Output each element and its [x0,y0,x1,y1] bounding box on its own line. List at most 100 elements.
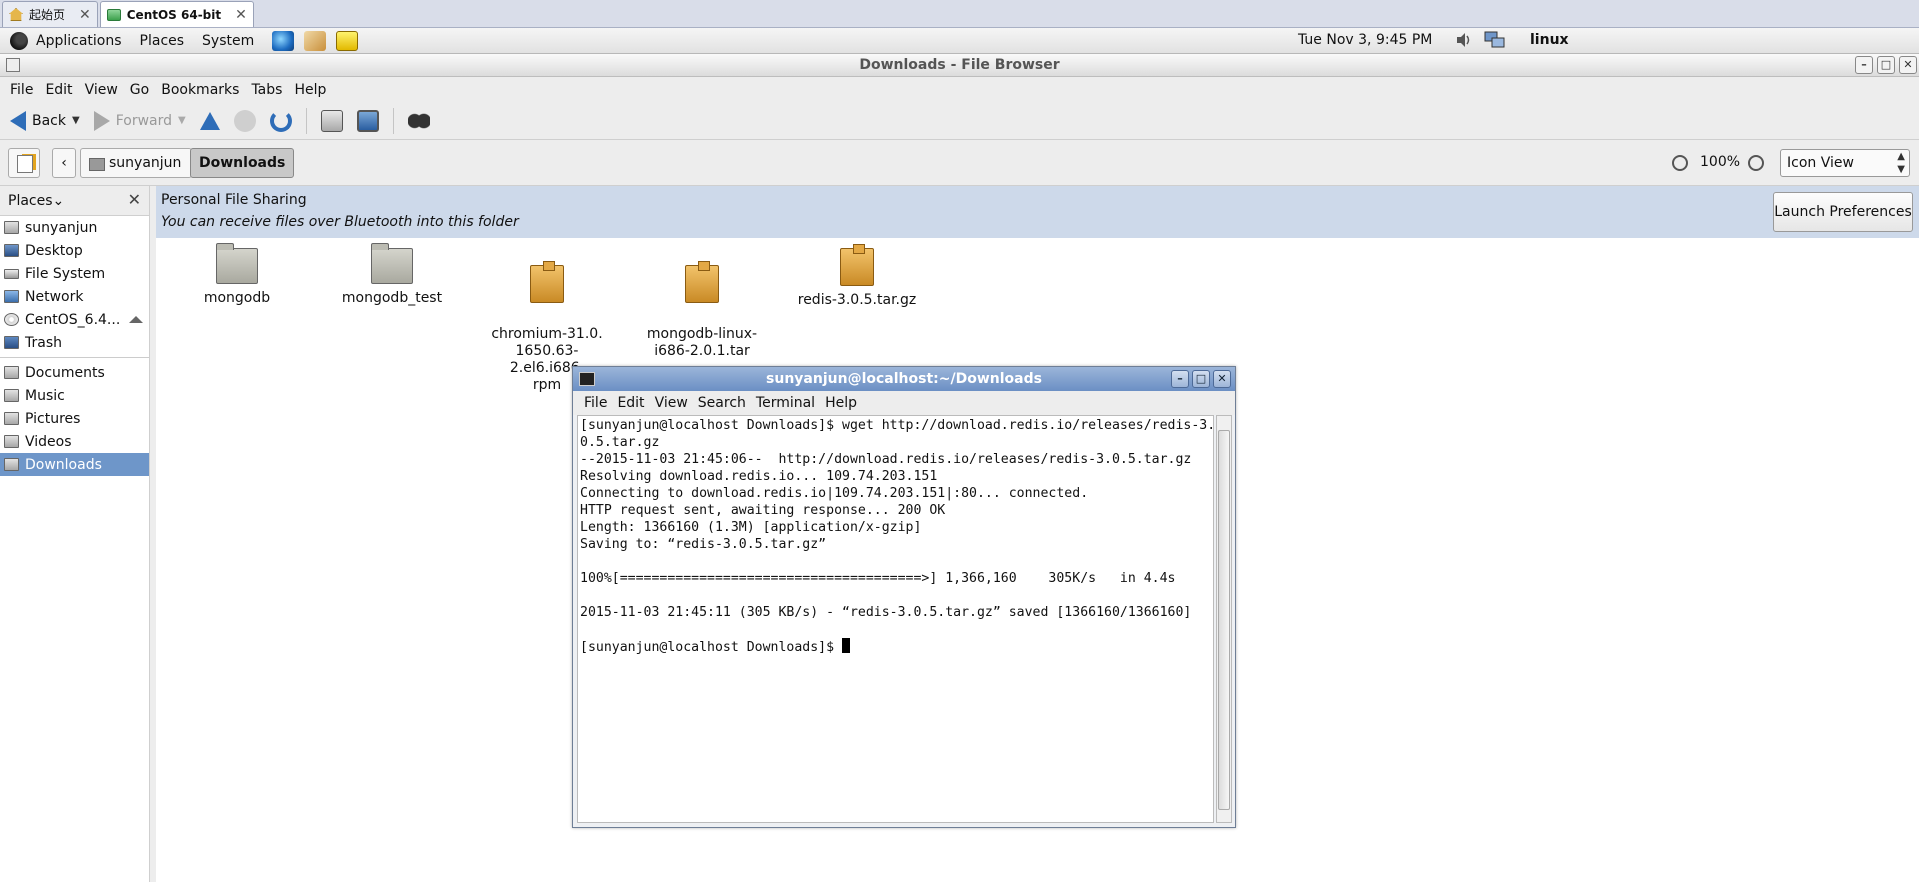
minimize-button[interactable]: – [1855,56,1873,74]
sidebar-item-filesystem[interactable]: File System [0,262,149,285]
menu-tabs[interactable]: Tabs [251,82,282,98]
menu-view[interactable]: View [85,82,118,98]
terminal-menu-file[interactable]: File [584,395,607,411]
terminal-line: --2015-11-03 21:45:06-- http://download.… [580,452,1192,467]
network-icon[interactable] [1484,31,1506,49]
sidebar-item-label: Network [25,288,84,305]
terminal-icon[interactable] [579,372,595,386]
mail-client-icon[interactable] [304,30,327,51]
file-item[interactable]: mongodb [172,243,302,307]
terminal-menu-view[interactable]: View [655,395,688,411]
file-name: mongodb [203,290,271,306]
sidebar-item-music[interactable]: Music [0,384,149,407]
window-menu-icon[interactable] [6,58,20,72]
menu-edit[interactable]: Edit [45,82,72,98]
terminal-scrollbar[interactable] [1216,415,1232,823]
terminal-line: Resolving download.redis.io... 109.74.20… [580,469,938,484]
menu-bookmarks[interactable]: Bookmarks [161,82,239,98]
folder-icon [216,243,258,284]
terminal-menu-help[interactable]: Help [825,395,857,411]
system-menu[interactable]: System [202,33,254,49]
sidebar-item-network[interactable]: Network [0,285,149,308]
stop-icon[interactable] [233,109,256,132]
toolbar-separator [392,107,394,134]
maximize-button[interactable]: □ [1877,56,1895,74]
menu-file[interactable]: File [10,82,33,98]
host-tab-bar: 起始页 ✕ CentOS 64-bit ✕ [0,0,1919,28]
home-folder-icon[interactable] [320,109,343,132]
forward-button[interactable]: Forward ▼ [93,110,186,131]
terminal-menu-terminal[interactable]: Terminal [756,395,815,411]
disc-icon [4,313,19,326]
sidebar-item-videos[interactable]: Videos [0,430,149,453]
sidebar-header[interactable]: Places ⌄ ✕ [0,186,149,216]
chevron-down-icon[interactable]: ▼ [178,115,186,126]
network-icon [4,290,19,303]
view-mode-select[interactable]: Icon View ▲ ▼ [1780,149,1910,177]
maximize-button[interactable]: □ [1192,370,1210,388]
zoom-in-icon[interactable] [1748,155,1764,171]
infobar-title: Personal File Sharing [161,192,307,208]
vm-icon [106,8,121,21]
path-scroll-left-button[interactable]: ‹ [52,148,76,178]
search-binoculars-icon[interactable] [407,109,430,132]
terminal-titlebar[interactable]: sunyanjun@localhost:~/Downloads – □ ✕ [573,367,1235,391]
file-name: redis-3.0.5.tar.gz [797,292,917,308]
up-arrow-icon[interactable] [199,111,220,130]
volume-icon[interactable] [1455,32,1471,48]
panel-user[interactable]: linux [1530,32,1569,48]
minimize-button[interactable]: – [1171,370,1189,388]
host-tab-centos[interactable]: CentOS 64-bit ✕ [99,1,254,27]
path-button-home[interactable]: sunyanjun [80,148,193,178]
folder-icon [4,389,19,402]
terminal-window[interactable]: sunyanjun@localhost:~/Downloads – □ ✕ Fi… [572,366,1236,828]
sidebar-item-label: CentOS_6.4... [25,311,121,328]
panel-clock[interactable]: Tue Nov 3, 9:45 PM [1298,32,1432,48]
applications-menu[interactable]: Applications [36,33,122,49]
computer-icon[interactable] [356,109,379,132]
host-tab-label: CentOS 64-bit [126,7,222,22]
text-editor-icon[interactable] [336,30,359,51]
trash-icon [4,336,19,349]
file-item[interactable]: redis-3.0.5.tar.gz [792,244,922,309]
close-icon[interactable]: ✕ [79,7,91,23]
scrollbar-thumb[interactable] [1218,430,1230,810]
window-titlebar[interactable]: Downloads - File Browser – □ ✕ [0,54,1919,77]
close-icon[interactable]: ✕ [235,7,247,23]
file-item[interactable]: mongodb_test [327,243,457,307]
terminal-menu-search[interactable]: Search [698,395,746,411]
terminal-menu-edit[interactable]: Edit [617,395,644,411]
sidebar-item-desktop[interactable]: Desktop [0,239,149,262]
reload-icon[interactable] [269,109,292,132]
close-button[interactable]: ✕ [1899,56,1917,74]
menu-help[interactable]: Help [294,82,326,98]
file-item[interactable]: mongodb-linux- i686-2.0.1.tar [637,248,767,377]
gnome-foot-icon [10,31,28,50]
sidebar-item-documents[interactable]: Documents [0,361,149,384]
eject-icon[interactable] [129,316,143,323]
sidebar-item-label: Trash [25,334,62,351]
sidebar-item-downloads[interactable]: Downloads [0,453,149,476]
sidebar-item-label: Music [25,387,65,404]
close-button[interactable]: ✕ [1213,370,1231,388]
terminal-output[interactable]: [sunyanjun@localhost Downloads]$ wget ht… [577,415,1214,823]
close-icon[interactable]: ✕ [128,190,141,209]
places-menu[interactable]: Places [140,33,185,49]
launch-preferences-button[interactable]: Launch Preferences [1773,192,1913,232]
sidebar-item-centos-disc[interactable]: CentOS_6.4... [0,308,149,331]
sidebar-item-home[interactable]: sunyanjun [0,216,149,239]
chevron-updown-icon: ▲ ▼ [1897,151,1905,175]
back-button[interactable]: Back ▼ [10,110,80,131]
sidebar-item-pictures[interactable]: Pictures [0,407,149,430]
sidebar-item-trash[interactable]: Trash [0,331,149,354]
path-button-current[interactable]: Downloads [190,148,295,178]
forward-arrow-icon [93,110,110,131]
web-browser-icon[interactable] [272,30,295,51]
chevron-down-icon[interactable]: ▼ [72,115,80,126]
zoom-out-icon[interactable] [1672,155,1688,171]
menu-go[interactable]: Go [130,82,149,98]
edit-location-button[interactable] [8,148,40,178]
host-tab-start[interactable]: 起始页 ✕ [2,1,98,27]
folder-icon [4,458,19,471]
